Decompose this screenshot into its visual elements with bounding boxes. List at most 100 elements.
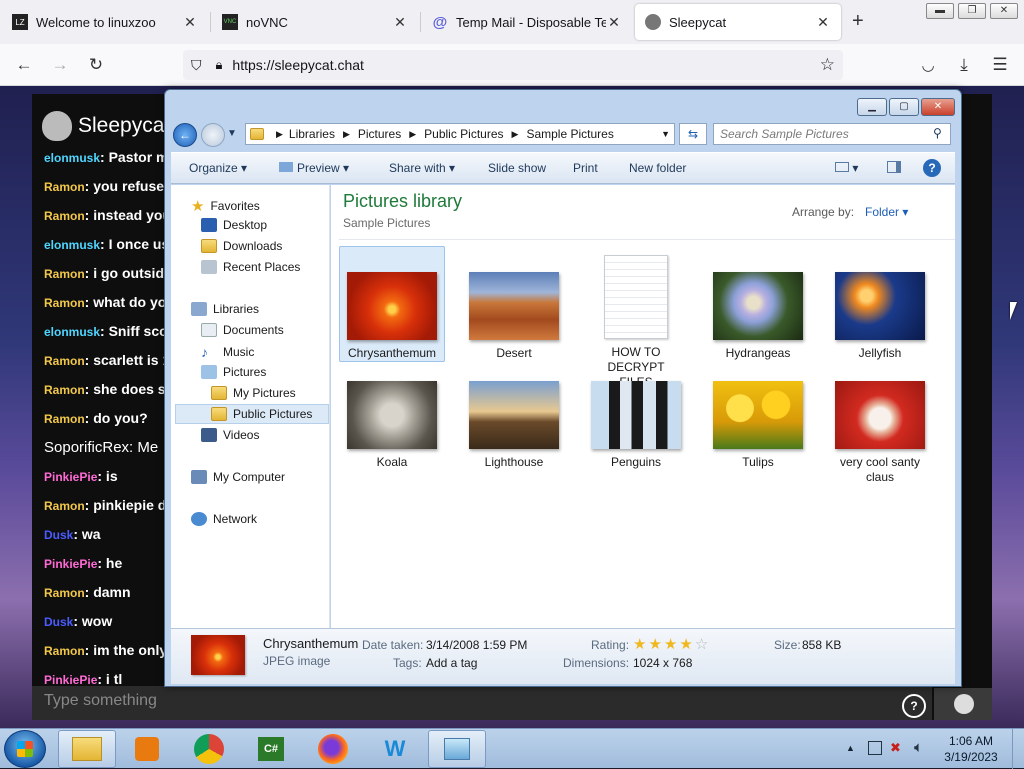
new-tab-button[interactable]: + <box>852 10 864 33</box>
nav-recent-places[interactable]: Recent Places <box>201 260 300 274</box>
network-tray-icon[interactable] <box>868 741 882 755</box>
chat-username[interactable]: elonmusk <box>44 151 100 165</box>
file-item[interactable]: very cool santy claus <box>829 381 931 485</box>
show-hidden-icons-button[interactable]: ▲ <box>846 743 855 753</box>
taskbar-csharp[interactable]: C# <box>242 730 300 768</box>
file-item[interactable]: Tulips <box>707 381 809 470</box>
nav-network[interactable]: Network <box>191 512 257 526</box>
clock[interactable]: 1:06 AM 3/19/2023 <box>936 733 1006 765</box>
chat-username[interactable]: PinkiePie <box>44 673 97 687</box>
file-item[interactable]: Penguins <box>585 381 687 470</box>
nav-my-computer[interactable]: My Computer <box>191 470 285 484</box>
share-with-button[interactable]: Share with ▾ <box>389 161 455 175</box>
volume-icon[interactable]: 🔈︎ <box>914 739 923 756</box>
explorer-maximize-button[interactable]: ▢ <box>889 98 919 116</box>
action-center-alert-icon[interactable]: ✖ <box>890 740 906 756</box>
breadcrumb-public-pictures[interactable]: Public Pictures <box>424 127 503 141</box>
tab-novnc[interactable]: VNC noVNC ✕ <box>212 4 418 40</box>
nav-desktop[interactable]: Desktop <box>201 218 267 232</box>
chat-username[interactable]: PinkiePie <box>44 557 97 571</box>
send-button[interactable] <box>934 688 992 720</box>
chat-username[interactable]: Dusk <box>44 615 73 629</box>
chat-username[interactable]: SoporificRex <box>44 439 129 456</box>
maximize-window-button[interactable]: ❐ <box>958 3 986 19</box>
url-text[interactable]: https://sleepycat.chat <box>232 57 364 73</box>
downloads-icon[interactable]: ⤓ <box>952 53 976 77</box>
nav-my-pictures[interactable]: My Pictures <box>211 386 296 400</box>
pocket-icon[interactable]: ◡ <box>916 53 940 77</box>
chat-username[interactable]: Ramon <box>44 296 85 310</box>
tab-sleepycat[interactable]: Sleepycat ✕ <box>635 4 841 40</box>
taskbar-window[interactable] <box>428 730 486 768</box>
new-folder-button[interactable]: New folder <box>629 161 686 175</box>
chat-username[interactable]: Ramon <box>44 644 85 658</box>
nav-downloads[interactable]: Downloads <box>201 239 282 253</box>
explorer-back-icon[interactable]: ← <box>173 123 197 147</box>
chat-input[interactable]: Type something <box>32 686 932 720</box>
file-item[interactable]: Desert <box>463 272 565 361</box>
file-item[interactable]: Lighthouse <box>463 381 565 470</box>
breadcrumb-pictures[interactable]: Pictures <box>358 127 401 141</box>
nav-videos[interactable]: Videos <box>201 428 259 442</box>
taskbar-app-w[interactable]: W <box>366 730 424 768</box>
chat-username[interactable]: Ramon <box>44 586 85 600</box>
tab-temp-mail[interactable]: @ Temp Mail - Disposable Temp ✕ <box>422 4 632 40</box>
nav-libraries[interactable]: Libraries <box>191 302 259 316</box>
chat-username[interactable]: Ramon <box>44 354 85 368</box>
preview-button[interactable]: Preview ▾ <box>279 161 349 175</box>
url-bar[interactable]: ⛉ 🔒︎ https://sleepycat.chat ☆ <box>183 50 843 80</box>
close-tab-icon[interactable]: ✕ <box>815 14 831 31</box>
explorer-search-input[interactable]: Search Sample Pictures <box>713 123 951 145</box>
chat-username[interactable]: Ramon <box>44 209 85 223</box>
change-view-button[interactable]: ▾ <box>835 161 858 175</box>
breadcrumb-sample-pictures[interactable]: Sample Pictures <box>526 127 613 141</box>
nav-documents[interactable]: Documents <box>201 323 284 337</box>
chat-username[interactable]: Ramon <box>44 180 85 194</box>
menu-icon[interactable]: ☰ <box>988 53 1012 77</box>
start-button[interactable] <box>4 730 46 768</box>
bookmark-star-icon[interactable]: ☆ <box>820 55 835 75</box>
close-tab-icon[interactable]: ✕ <box>606 14 622 31</box>
reload-icon[interactable]: ↻ <box>84 53 108 77</box>
print-button[interactable]: Print <box>573 161 598 175</box>
chat-username[interactable]: elonmusk <box>44 325 100 339</box>
minimize-window-button[interactable]: ▬ <box>926 3 954 19</box>
preview-pane-icon[interactable] <box>887 161 901 176</box>
breadcrumb-libraries[interactable]: Libraries <box>289 127 335 141</box>
nav-public-pictures[interactable]: Public Pictures <box>211 407 312 421</box>
nav-favorites[interactable]: ★ Favorites <box>191 197 260 215</box>
help-icon[interactable]: ? <box>923 159 941 177</box>
organize-button[interactable]: Organize ▾ <box>189 161 247 175</box>
taskbar-firefox[interactable] <box>304 730 362 768</box>
explorer-address-bar[interactable]: ▶ Libraries ▶ Pictures ▶ Public Pictures… <box>245 123 675 145</box>
close-window-button[interactable]: ✕ <box>990 3 1018 19</box>
file-item[interactable]: HOW TO DECRYPT FILES <box>585 255 687 390</box>
star-empty-icon[interactable]: ☆ <box>695 636 708 653</box>
refresh-icon[interactable]: ⇆ <box>679 123 707 145</box>
explorer-forward-icon[interactable] <box>201 123 225 147</box>
chat-username[interactable]: PinkiePie <box>44 470 97 484</box>
arrange-by-dropdown[interactable]: Folder ▾ <box>865 205 908 219</box>
show-desktop-button[interactable] <box>1012 729 1024 769</box>
file-item[interactable]: Koala <box>341 381 443 470</box>
chat-username[interactable]: elonmusk <box>44 238 100 252</box>
address-dropdown-icon[interactable]: ▼ <box>661 129 670 139</box>
chat-username[interactable]: Dusk <box>44 528 73 542</box>
tags-value[interactable]: Add a tag <box>426 656 477 670</box>
star-filled-icon[interactable]: ★ <box>664 636 677 653</box>
back-icon[interactable]: ← <box>12 53 36 77</box>
close-tab-icon[interactable]: ✕ <box>392 14 408 31</box>
chat-username[interactable]: Ramon <box>44 412 85 426</box>
slide-show-button[interactable]: Slide show <box>488 161 546 175</box>
nav-pictures[interactable]: Pictures <box>201 365 266 379</box>
file-item[interactable]: Jellyfish <box>829 272 931 361</box>
explorer-minimize-button[interactable]: ▁ <box>857 98 887 116</box>
chat-username[interactable]: Ramon <box>44 499 85 513</box>
close-tab-icon[interactable]: ✕ <box>182 14 198 31</box>
taskbar-chrome[interactable] <box>180 730 238 768</box>
forward-icon[interactable]: → <box>48 53 72 77</box>
chat-username[interactable]: Ramon <box>44 267 85 281</box>
star-filled-icon[interactable]: ★ <box>648 636 661 653</box>
rating-stars[interactable]: ★ ★ ★ ★ ☆ <box>633 635 710 653</box>
shield-icon[interactable]: ⛉ <box>191 57 202 74</box>
